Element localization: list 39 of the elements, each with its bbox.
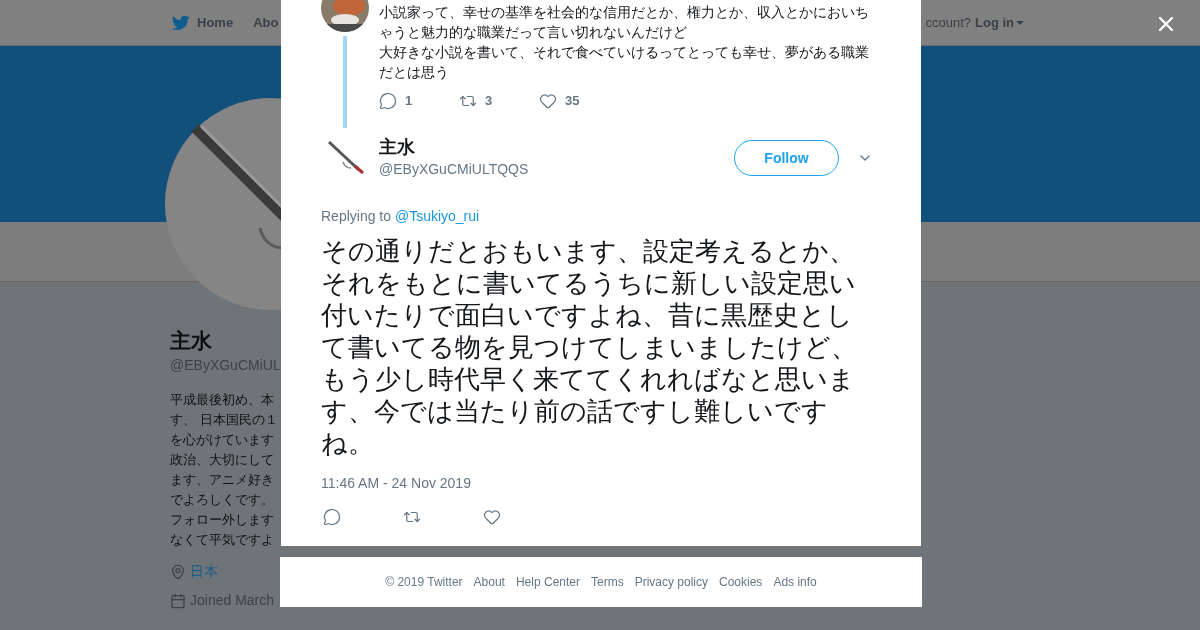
parent-tweet-text: 大好きな小説を書いて、それで食べていけるってとっても幸せ、夢がある職業だとは思う: [379, 43, 870, 82]
parent-tweet-text: 小説家って、幸せの基準を社会的な信用だとか、権力とか、収入とかにおいちゃうと魅力的な職業だって言い切れないんだけど: [379, 3, 870, 42]
bio-line: ます、アニメ好き: [170, 471, 275, 489]
caret-icon: [1016, 20, 1024, 25]
tweet-text: その通りだとおもいます、設定考えるとか、それをもとに書いてるうちに新しい設定思い付いたりで面白いですよね、昔に黒歴史として書いてる物を見つけてしまいましたけど、もう少し時代早く来ててくれればなと思います、今では当たり前の話ですし難しいですね。: [321, 235, 858, 459]
footer-link[interactable]: Terms: [591, 573, 624, 591]
bio-line: フォロー外します: [170, 511, 275, 529]
bio-line: 平成最後初め、本: [170, 391, 275, 409]
mention-link[interactable]: @Tsukiyo_rui: [394, 208, 480, 224]
bio-line: す、 日本国民の１: [170, 411, 279, 429]
replying-to: Replying to @Tsukiyo_rui: [321, 207, 481, 226]
footer-link[interactable]: Cookies: [719, 573, 763, 591]
bio-line: なくて平気ですよ: [170, 531, 275, 549]
nav-link[interactable]: Home: [171, 12, 234, 33]
calendar-icon: [170, 592, 186, 609]
login-button[interactable]: Log in: [975, 12, 1024, 33]
footer-link[interactable]: Privacy policy: [634, 573, 708, 591]
profile-name: 主水: [170, 328, 213, 354]
account-prompt: ccount?: [925, 13, 971, 32]
heart-icon[interactable]: [483, 508, 501, 526]
nav-link[interactable]: Abo: [253, 12, 279, 33]
reply-icon[interactable]: [379, 91, 397, 110]
footer-link[interactable]: About: [473, 573, 505, 591]
tweet-time: 11:46 AM - 24 Nov 2019: [321, 474, 472, 493]
bio-line: 政治、大切にして: [170, 451, 275, 469]
footer-link[interactable]: Ads info: [773, 573, 817, 591]
action-count: 1: [405, 92, 413, 110]
author-name: 主水: [379, 136, 416, 158]
footer-link[interactable]: Help Center: [515, 573, 580, 591]
action-count: 3: [485, 92, 493, 110]
author-handle: @EByXGuCMiULTQQS: [379, 160, 529, 179]
reply-icon[interactable]: [323, 508, 341, 526]
bird-logo-icon: [171, 13, 191, 32]
bio-line: でよろしくです。: [170, 491, 275, 509]
action-count: 35: [565, 92, 580, 110]
heart-icon[interactable]: [539, 91, 557, 110]
bio-line: を心がけています: [170, 431, 275, 449]
footer-link[interactable]: © 2019 Twitter: [385, 573, 463, 591]
location-icon: [170, 563, 186, 580]
